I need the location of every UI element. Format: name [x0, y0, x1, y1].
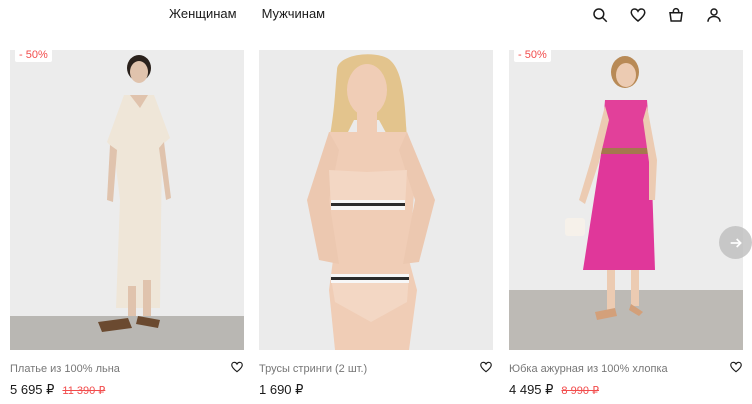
current-price: 4 495 ₽ — [509, 382, 554, 397]
product-photo[interactable] — [509, 50, 743, 350]
site-header: Женщинам Мужчинам — [0, 0, 752, 30]
old-price: 8 990 ₽ — [561, 385, 600, 397]
nav-men[interactable]: Мужчинам — [262, 6, 326, 22]
current-price: 5 695 ₽ — [10, 382, 55, 397]
product-title[interactable]: Платье из 100% льна — [10, 362, 120, 376]
product-carousel: - 50% Платье из 100% льна 5 695 ₽ 11 390… — [0, 48, 752, 404]
product-photo[interactable] — [259, 50, 493, 350]
favorite-heart-icon[interactable] — [230, 360, 244, 374]
discount-badge: - 50% — [514, 48, 551, 62]
discount-badge: - 50% — [15, 48, 52, 62]
arrow-right-icon — [730, 237, 742, 248]
header-icons — [591, 6, 723, 24]
price-row: 4 495 ₽ 8 990 ₽ — [509, 382, 599, 398]
user-icon[interactable] — [705, 6, 723, 24]
current-price: 1 690 ₽ — [259, 382, 304, 397]
product-title[interactable]: Трусы стринги (2 шт.) — [259, 362, 367, 376]
product-card[interactable]: Трусы стринги (2 шт.) 1 690 ₽ — [259, 48, 493, 404]
product-photo[interactable] — [10, 50, 244, 350]
favorite-heart-icon[interactable] — [479, 360, 493, 374]
product-title[interactable]: Юбка ажурная из 100% хлопка — [509, 362, 668, 376]
product-image-linen-dress — [10, 50, 244, 350]
carousel-next-button[interactable] — [719, 226, 752, 259]
product-image-thong-set — [259, 50, 493, 350]
bag-icon[interactable] — [667, 6, 685, 24]
product-image-lace-skirt — [509, 50, 743, 350]
page: Женщинам Мужчинам - 50% Платье из 100% л… — [0, 0, 752, 404]
product-card[interactable]: - 50% Юбка ажурная из 100% хлопка 4 495 … — [509, 48, 743, 404]
price-row: 1 690 ₽ — [259, 382, 311, 398]
price-row: 5 695 ₽ 11 390 ₽ — [10, 382, 105, 398]
product-card[interactable]: - 50% Платье из 100% льна 5 695 ₽ 11 390… — [10, 48, 244, 404]
old-price: 11 390 ₽ — [62, 385, 106, 397]
main-nav: Женщинам Мужчинам — [169, 6, 325, 22]
favorite-heart-icon[interactable] — [729, 360, 743, 374]
search-icon[interactable] — [591, 6, 609, 24]
nav-women[interactable]: Женщинам — [169, 6, 237, 22]
heart-icon[interactable] — [629, 6, 647, 24]
